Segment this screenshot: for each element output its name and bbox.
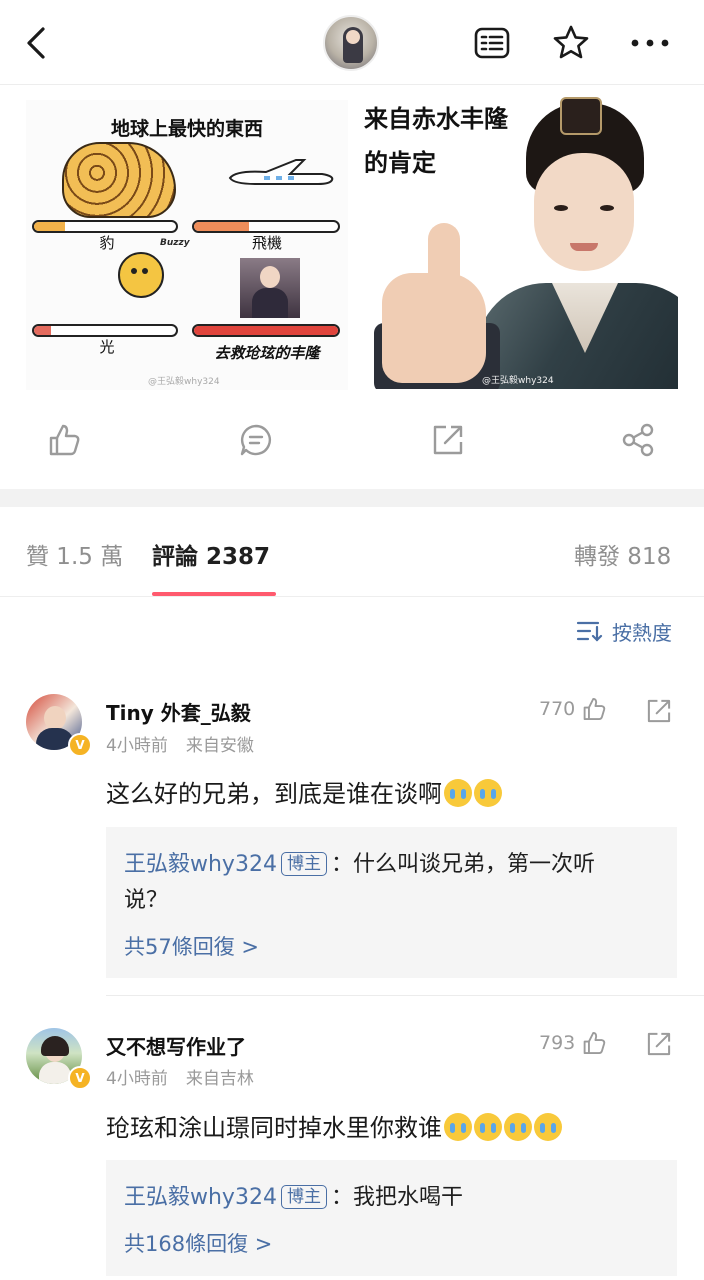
hair-crown-shape [560, 97, 602, 135]
reply-text-line2: 说？ [124, 888, 169, 913]
reply-text-line1: ：我把水喝干 [330, 1185, 463, 1210]
share-icon[interactable] [620, 422, 656, 458]
crying-emoji-icon [534, 1113, 562, 1141]
thumb-up-icon [583, 697, 606, 721]
speed-bar-fenglong [192, 324, 340, 337]
comment-meta: 4小時前 来自安徽 [106, 731, 254, 756]
comment-body: 玱玹和涂山璟同时掉水里你救谁 [106, 1114, 442, 1142]
avatar-face [346, 30, 360, 44]
share-out-icon[interactable] [645, 697, 673, 725]
avatar-body-shape [39, 1062, 71, 1084]
label-plane: 飛機 [251, 234, 282, 252]
comment-username[interactable]: 又不想写作业了 [106, 1031, 246, 1060]
meme-title: 地球上最快的東西 [110, 118, 263, 140]
left-watermark: @王弘毅why324 [148, 377, 220, 387]
meme-caption-line1: 来自赤水丰隆 [364, 105, 508, 133]
comment-location: 来自吉林 [185, 1069, 254, 1089]
comment-time: 4小時前 [106, 1069, 168, 1089]
reply-line: 王弘毅why324 博主 ：什么叫谈兄弟，第一次听 [124, 847, 664, 883]
comment-meta: 4小時前 来自吉林 [106, 1064, 254, 1089]
chevron-left-icon[interactable] [24, 26, 50, 60]
tab-reposts[interactable]: 轉發 818 [574, 537, 671, 571]
speed-fill-fenglong [194, 326, 338, 335]
avatar-face-shape [44, 706, 66, 730]
comment-like-button[interactable]: 770 [539, 696, 607, 722]
star-icon[interactable] [552, 24, 590, 60]
tab-comments[interactable]: 評論 2387 [152, 537, 270, 571]
photo-body [252, 288, 288, 318]
post-image-left[interactable]: 地球上最快的東西 豹 飛機 Buzzy 光 去救玱玹的丰隆 @王弘毅why324 [26, 100, 348, 390]
verified-badge-icon: V [68, 733, 92, 757]
comment-text: 玱玹和涂山璟同时掉水里你救谁 [106, 1108, 562, 1143]
cheetah-illustration [62, 142, 176, 218]
comment-username[interactable]: Tiny 外套_弘毅 [106, 697, 251, 726]
thumb-up-icon[interactable] [46, 422, 82, 458]
right-eye-shape [600, 205, 614, 211]
speed-fill-cheetah [34, 222, 66, 231]
mouth-shape [570, 243, 598, 251]
reply-preview[interactable]: 王弘毅why324 博主 ：什么叫谈兄弟，第一次听 说？ 共57條回復 > [106, 827, 677, 978]
sort-label: 按熱度 [612, 620, 672, 645]
sort-icon [576, 621, 603, 642]
photo-face [260, 266, 280, 288]
tabs-divider [0, 596, 704, 597]
thumb-up-icon [583, 1031, 606, 1055]
verified-badge-icon: V [68, 1066, 92, 1090]
sort-toggle[interactable]: 按熱度 [576, 616, 672, 646]
comment-text: 这么好的兄弟，到底是谁在谈啊 [106, 774, 502, 809]
reader-icon[interactable] [474, 27, 510, 59]
speed-fill-plane [194, 222, 249, 231]
meme-caption: 来自赤水丰隆 的肯定 [364, 97, 508, 185]
reply-username[interactable]: 王弘毅why324 [124, 1185, 277, 1210]
section-gap [0, 489, 704, 507]
share-out-icon[interactable] [645, 1030, 673, 1058]
comment-like-button[interactable]: 793 [539, 1030, 607, 1056]
left-eye-shape [554, 205, 568, 211]
buzzy-tag: Buzzy [160, 238, 190, 248]
crying-emoji-icon [444, 779, 472, 807]
more-replies-link[interactable]: 共168條回復 > [124, 1228, 272, 1258]
avatar-hair-shape [41, 1036, 69, 1056]
more-replies-link[interactable]: 共57條回復 > [124, 931, 259, 961]
comment-like-count: 770 [539, 698, 576, 720]
fenglong-photo [240, 258, 300, 318]
comment-location: 来自安徽 [185, 736, 254, 756]
airplane-illustration [228, 159, 334, 185]
comment-like-count: 793 [539, 1032, 576, 1054]
speed-fill-light [34, 326, 52, 335]
reply-username[interactable]: 王弘毅why324 [124, 852, 277, 877]
crying-emoji-icon [444, 1113, 472, 1141]
reply-preview[interactable]: 王弘毅why324 博主 ：我把水喝干 共168條回復 > [106, 1160, 677, 1276]
comment-icon[interactable] [238, 422, 274, 458]
label-light: 光 [99, 338, 115, 356]
comment-body: 这么好的兄弟，到底是谁在谈啊 [106, 780, 442, 808]
post-image-right[interactable]: 来自赤水丰隆 的肯定 @王弘毅why324 [356, 93, 678, 389]
author-badge: 博主 [280, 1185, 327, 1209]
crying-emoji-icon [474, 779, 502, 807]
author-avatar[interactable] [323, 15, 379, 71]
light-ball-illustration [118, 252, 164, 298]
meme-caption-line2: 的肯定 [364, 149, 436, 177]
face-shape [534, 153, 634, 271]
comment-divider [106, 995, 704, 996]
comment-time: 4小時前 [106, 736, 168, 756]
top-navigation-bar [0, 0, 704, 85]
thumb-up-hand-shape [428, 223, 460, 293]
crying-emoji-icon [474, 1113, 502, 1141]
label-fenglong: 去救玱玹的丰隆 [214, 344, 320, 362]
right-watermark: @王弘毅why324 [482, 376, 554, 386]
tab-likes[interactable]: 贊 1.5 萬 [26, 537, 123, 571]
more-horizontal-icon[interactable] [630, 38, 670, 48]
crying-emoji-icon [504, 1113, 532, 1141]
author-badge: 博主 [280, 852, 327, 876]
share-out-icon[interactable] [430, 422, 466, 458]
reply-text-line1: ：什么叫谈兄弟，第一次听 [330, 852, 595, 877]
reply-line: 王弘毅why324 博主 ：我把水喝干 [124, 1180, 664, 1216]
